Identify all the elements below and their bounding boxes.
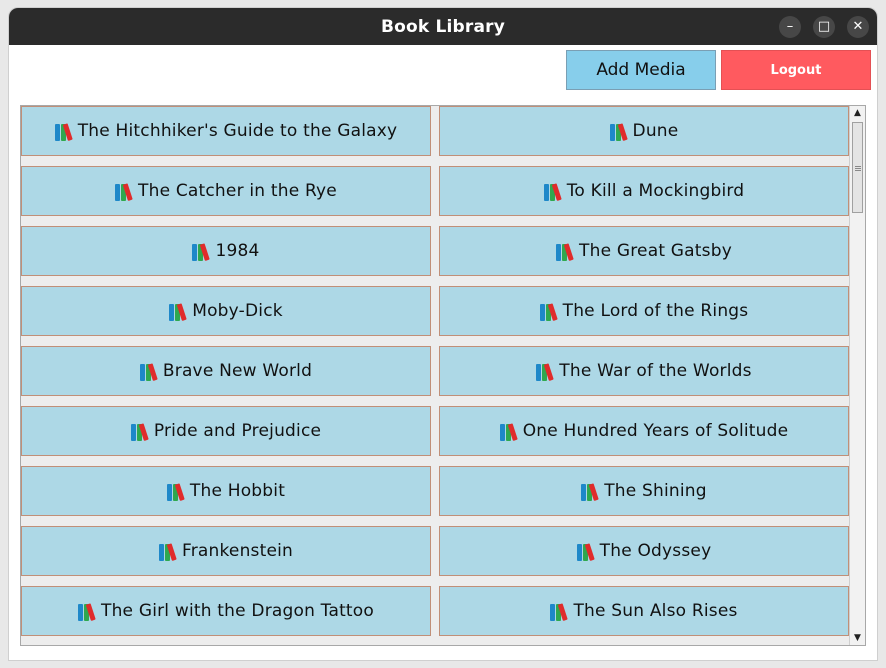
book-button[interactable]: The Shining bbox=[439, 466, 849, 516]
book-title: Dune bbox=[632, 121, 679, 141]
book-button[interactable]: One Hundred Years of Solitude bbox=[439, 406, 849, 456]
book-grid: The Hitchhiker's Guide to the Galaxy Dune… bbox=[21, 106, 849, 636]
book-button[interactable]: 1984 bbox=[21, 226, 431, 276]
books-icon bbox=[499, 422, 519, 441]
book-title: The Hitchhiker's Guide to the Galaxy bbox=[77, 121, 398, 141]
add-media-button[interactable]: Add Media bbox=[566, 50, 716, 90]
book-button[interactable]: Frankenstein bbox=[21, 526, 431, 576]
book-button[interactable]: Dune bbox=[439, 106, 849, 156]
close-button[interactable]: ✕ bbox=[847, 16, 869, 38]
book-button[interactable]: The Hobbit bbox=[21, 466, 431, 516]
books-icon bbox=[556, 242, 575, 261]
book-title: Moby-Dick bbox=[192, 301, 283, 321]
book-button[interactable]: The Lord of the Rings bbox=[439, 286, 849, 336]
books-icon bbox=[158, 542, 178, 561]
scroll-up-arrow[interactable]: ▲ bbox=[850, 106, 865, 120]
book-list-scrollpane[interactable]: The Hitchhiker's Guide to the Galaxy Dune… bbox=[20, 105, 866, 646]
book-button[interactable]: Moby-Dick bbox=[21, 286, 431, 336]
book-title: One Hundred Years of Solitude bbox=[522, 421, 789, 441]
books-icon bbox=[78, 602, 97, 621]
book-title: Pride and Prejudice bbox=[153, 421, 322, 441]
books-icon bbox=[581, 482, 600, 501]
book-title: The Girl with the Dragon Tattoo bbox=[101, 601, 374, 621]
books-icon bbox=[550, 602, 569, 621]
grip-icon bbox=[855, 166, 861, 171]
books-icon bbox=[139, 362, 159, 381]
books-icon bbox=[536, 362, 555, 381]
vertical-scrollbar[interactable]: ▲ ▼ bbox=[849, 106, 865, 645]
book-title: Frankenstein bbox=[181, 541, 294, 561]
logout-button[interactable]: Logout bbox=[721, 50, 871, 90]
books-icon bbox=[543, 182, 563, 201]
app-window: Book Library – □ ✕ Add Media Logout The … bbox=[9, 8, 877, 660]
book-title: To Kill a Mockingbird bbox=[566, 181, 745, 201]
book-button[interactable]: The Catcher in the Rye bbox=[21, 166, 431, 216]
books-icon bbox=[166, 482, 186, 501]
book-title: 1984 bbox=[215, 241, 260, 261]
title-bar[interactable]: Book Library – □ ✕ bbox=[9, 8, 877, 45]
book-title: The Odyssey bbox=[599, 541, 712, 561]
books-icon bbox=[539, 302, 559, 321]
book-button[interactable]: To Kill a Mockingbird bbox=[439, 166, 849, 216]
minimize-button[interactable]: – bbox=[779, 16, 801, 38]
book-button[interactable]: The Great Gatsby bbox=[439, 226, 849, 276]
books-icon bbox=[169, 302, 188, 321]
books-icon bbox=[54, 122, 74, 141]
book-title: The Lord of the Rings bbox=[562, 301, 749, 321]
book-button[interactable]: The Girl with the Dragon Tattoo bbox=[21, 586, 431, 636]
books-icon bbox=[192, 242, 211, 261]
book-title: The Shining bbox=[604, 481, 707, 501]
book-title: Brave New World bbox=[162, 361, 313, 381]
book-title: The Sun Also Rises bbox=[573, 601, 738, 621]
maximize-button[interactable]: □ bbox=[813, 16, 835, 38]
book-title: The War of the Worlds bbox=[559, 361, 752, 381]
window-title: Book Library bbox=[380, 17, 506, 37]
book-title: The Great Gatsby bbox=[579, 241, 732, 261]
book-button[interactable]: The War of the Worlds bbox=[439, 346, 849, 396]
books-icon bbox=[130, 422, 150, 441]
book-button[interactable]: The Odyssey bbox=[439, 526, 849, 576]
toolbar: Add Media Logout bbox=[9, 45, 877, 100]
scroll-thumb[interactable] bbox=[852, 122, 863, 213]
books-icon bbox=[609, 122, 629, 141]
book-button[interactable]: Brave New World bbox=[21, 346, 431, 396]
book-button[interactable]: The Hitchhiker's Guide to the Galaxy bbox=[21, 106, 431, 156]
book-title: The Catcher in the Rye bbox=[138, 181, 337, 201]
scroll-down-arrow[interactable]: ▼ bbox=[850, 631, 865, 645]
book-button[interactable]: The Sun Also Rises bbox=[439, 586, 849, 636]
book-button[interactable]: Pride and Prejudice bbox=[21, 406, 431, 456]
books-icon bbox=[576, 542, 596, 561]
book-title: The Hobbit bbox=[189, 481, 286, 501]
books-icon bbox=[115, 182, 134, 201]
